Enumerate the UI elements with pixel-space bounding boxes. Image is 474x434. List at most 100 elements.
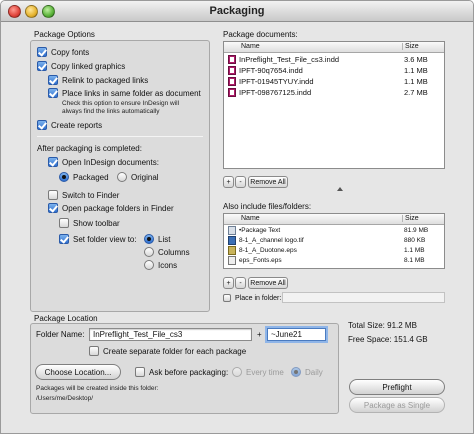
doc-name: InPreflight_Test_File_cs3.indd	[239, 55, 340, 64]
also-include-table[interactable]: Name Size •Package Text 81.9 MB 8-1_A_ch…	[223, 213, 445, 269]
create-separate-checkbox[interactable]: Create separate folder for each package	[89, 346, 246, 356]
show-toolbar-check-icon	[59, 218, 69, 228]
original-label: Original	[131, 172, 159, 182]
remove-all-files-button[interactable]: Remove All	[248, 277, 288, 289]
place-in-folder-check-icon	[223, 294, 231, 302]
daily-radio[interactable]: Daily	[291, 367, 323, 377]
table-row[interactable]: 8-1_A_Duotone.eps 1.1 MB	[228, 246, 444, 255]
doc-size: 1.1 MB	[404, 66, 428, 75]
title-bar: Packaging	[1, 1, 473, 22]
packaged-radio[interactable]: Packaged	[59, 172, 109, 182]
extra-col-name[interactable]: Name	[241, 215, 260, 222]
place-in-folder-checkbox[interactable]: Place in folder:	[223, 294, 281, 302]
switch-finder-checkbox[interactable]: Switch to Finder	[48, 190, 119, 200]
table-row[interactable]: IPFT-90q7654.indd 1.1 MB	[228, 66, 444, 75]
doc-col-name[interactable]: Name	[241, 43, 260, 50]
remove-all-documents-button[interactable]: Remove All	[248, 176, 288, 188]
open-indesign-checkbox[interactable]: Open InDesign documents:	[48, 157, 159, 167]
copy-linked-graphics-label: Copy linked graphics	[51, 61, 126, 71]
add-file-button[interactable]: +	[223, 277, 234, 289]
relink-label: Relink to packaged links	[62, 75, 149, 85]
every-time-radio[interactable]: Every time	[232, 367, 284, 377]
also-include-header: Name Size	[224, 214, 444, 225]
open-folders-checkbox[interactable]: Open package folders in Finder	[48, 203, 174, 213]
package-folder-icon	[228, 226, 236, 235]
font-file-icon	[228, 256, 236, 265]
remove-document-button[interactable]: -	[235, 176, 246, 188]
after-packaging-title: After packaging is completed:	[37, 144, 142, 153]
options-divider	[37, 136, 203, 137]
open-indesign-check-icon	[48, 157, 58, 167]
package-documents-table[interactable]: Name Size InPreflight_Test_File_cs3.indd…	[223, 41, 445, 169]
extra-size: 8.1 MB	[404, 257, 425, 264]
view-icons-radio[interactable]: Icons	[144, 260, 177, 270]
choose-location-button[interactable]: Choose Location...	[35, 364, 121, 380]
table-row[interactable]: 8-1_A_channel logo.tif 880 KB	[228, 236, 444, 245]
package-options-group: Copy fonts Copy linked graphics Relink t…	[30, 40, 210, 312]
show-toolbar-label: Show toolbar	[73, 218, 120, 228]
doc-col-size[interactable]: Size	[402, 43, 419, 50]
set-folder-view-checkbox[interactable]: Set folder view to:	[59, 234, 137, 244]
eps-file-icon	[228, 246, 236, 255]
place-links-note-line1: Check this option to ensure InDesign wil…	[62, 100, 180, 107]
copy-linked-graphics-checkbox[interactable]: Copy linked graphics	[37, 61, 125, 71]
add-document-button[interactable]: +	[223, 176, 234, 188]
package-as-single-button[interactable]: Package as Single	[349, 397, 445, 413]
doc-name: IPFT-01945TYUY.indd	[239, 77, 314, 86]
ask-before-checkbox[interactable]: Ask before packaging:	[135, 367, 228, 377]
copy-fonts-checkbox[interactable]: Copy fonts	[37, 47, 89, 57]
relink-checkbox[interactable]: Relink to packaged links	[48, 75, 148, 85]
table-row[interactable]: •Package Text 81.9 MB	[228, 226, 444, 235]
folder-name-input[interactable]: InPreflight_Test_File_cs3	[89, 328, 252, 341]
remove-file-button[interactable]: -	[235, 277, 246, 289]
package-location-path: /Users/me/Desktop/	[36, 395, 94, 402]
extra-name: 8-1_A_channel logo.tif	[239, 237, 304, 244]
splitter-handle-icon[interactable]	[337, 187, 343, 191]
extra-size: 81.9 MB	[404, 227, 429, 234]
show-toolbar-checkbox[interactable]: Show toolbar	[59, 218, 120, 228]
daily-radio-icon	[291, 367, 301, 377]
place-in-folder-label: Place in folder:	[235, 294, 282, 302]
table-row[interactable]: InPreflight_Test_File_cs3.indd 3.6 MB	[228, 55, 444, 64]
extra-col-size[interactable]: Size	[402, 215, 419, 222]
table-row[interactable]: IPFT-098767125.indd 2.7 MB	[228, 88, 444, 97]
view-list-radio-icon	[144, 234, 154, 244]
create-reports-check-icon	[37, 120, 47, 130]
packaged-radio-icon	[59, 172, 69, 182]
open-folders-label: Open package folders in Finder	[62, 203, 174, 213]
open-indesign-label: Open InDesign documents:	[62, 157, 159, 167]
place-in-folder-field[interactable]	[282, 292, 445, 303]
table-row[interactable]: IPFT-01945TYUY.indd 1.1 MB	[228, 77, 444, 86]
extra-name: 8-1_A_Duotone.eps	[239, 247, 297, 254]
package-location-title: Package Location	[34, 314, 98, 323]
view-columns-radio[interactable]: Columns	[144, 247, 190, 257]
open-folders-check-icon	[48, 203, 58, 213]
view-icons-label: Icons	[158, 260, 178, 270]
create-reports-checkbox[interactable]: Create reports	[37, 120, 102, 130]
doc-size: 1.1 MB	[404, 77, 428, 86]
place-links-checkbox[interactable]: Place links in same folder as document	[48, 88, 201, 98]
indd-file-icon	[228, 77, 236, 86]
package-documents-title: Package documents:	[223, 30, 298, 39]
doc-name: IPFT-098767125.indd	[239, 88, 312, 97]
window-title: Packaging	[209, 5, 265, 17]
view-icons-radio-icon	[144, 260, 154, 270]
folder-suffix-input[interactable]: ~June21	[267, 328, 326, 341]
also-include-title: Also include files/folders:	[223, 202, 312, 211]
extra-size: 880 KB	[404, 237, 426, 244]
preflight-button[interactable]: Preflight	[349, 379, 445, 395]
table-row[interactable]: eps_Fonts.eps 8.1 MB	[228, 256, 444, 265]
relink-check-icon	[48, 75, 58, 85]
folder-name-label: Folder Name:	[36, 330, 85, 339]
switch-finder-label: Switch to Finder	[62, 190, 120, 200]
place-links-note-line2: always find the links automatically	[62, 108, 160, 115]
copy-fonts-label: Copy fonts	[51, 47, 90, 57]
view-columns-label: Columns	[158, 247, 190, 257]
original-radio-icon	[117, 172, 127, 182]
view-columns-radio-icon	[144, 247, 154, 257]
doc-size: 2.7 MB	[404, 88, 428, 97]
view-list-radio[interactable]: List	[144, 234, 170, 244]
place-links-label: Place links in same folder as document	[62, 88, 201, 98]
original-radio[interactable]: Original	[117, 172, 159, 182]
indd-file-icon	[228, 55, 236, 64]
